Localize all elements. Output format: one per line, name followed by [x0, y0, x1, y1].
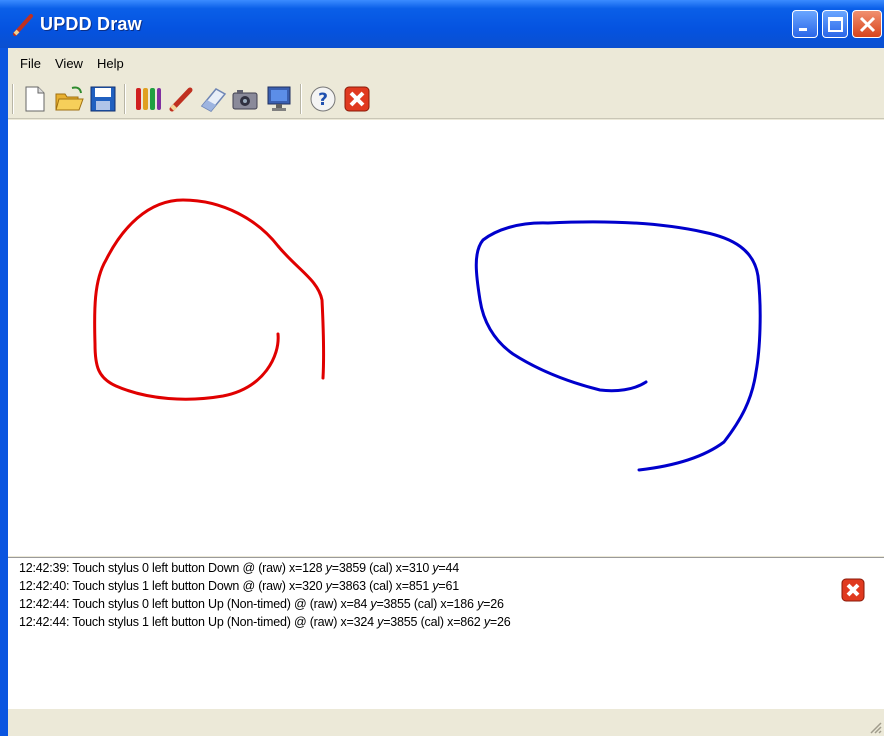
pencil-button[interactable]: [166, 84, 196, 114]
menu-bar: File View Help: [8, 48, 884, 78]
red-stroke: [93, 198, 326, 401]
title-bar[interactable]: UPDD Draw: [0, 0, 884, 48]
maximize-icon: [828, 17, 843, 32]
menu-help[interactable]: Help: [97, 56, 124, 71]
drawing-canvas[interactable]: [8, 120, 884, 556]
pencil-icon: [169, 87, 193, 112]
window-title: UPDD Draw: [40, 14, 142, 34]
close-window-button[interactable]: [852, 10, 882, 38]
eraser-button[interactable]: [198, 84, 228, 114]
log-line: 12:42:39: Touch stylus 0 left button Dow…: [19, 561, 460, 575]
status-bar: [8, 709, 884, 736]
blue-stroke: [474, 220, 762, 472]
toolbar-separator-2: [300, 84, 302, 114]
close-icon: [344, 86, 370, 112]
event-log: 12:42:39: Touch stylus 0 left button Dow…: [8, 557, 884, 710]
menu-view[interactable]: View: [55, 56, 83, 71]
pencil-app-icon: [13, 14, 33, 36]
app-window: UPDD Draw File View Help ? 12:42:39: Tou…: [0, 0, 884, 736]
camera-button[interactable]: [230, 84, 260, 114]
save-button[interactable]: [88, 84, 118, 114]
eraser-icon: [200, 88, 227, 112]
minimize-icon: [799, 28, 807, 31]
menu-file[interactable]: File: [20, 56, 41, 71]
monitor-button[interactable]: [264, 84, 294, 114]
toolbar-separator: [124, 84, 126, 114]
log-line: 12:42:40: Touch stylus 1 left button Dow…: [19, 579, 460, 593]
toolbar-grip: [12, 84, 14, 114]
toolbar: ?: [8, 78, 884, 119]
save-icon: [90, 86, 116, 112]
close-icon: [841, 578, 865, 602]
monitor-icon: [267, 86, 291, 111]
colors-button[interactable]: [132, 84, 162, 114]
new-icon: [25, 86, 45, 112]
log-close-button[interactable]: [841, 578, 865, 602]
exit-button[interactable]: [342, 84, 372, 114]
svg-text:?: ?: [318, 90, 328, 110]
camera-icon: [232, 90, 258, 110]
new-button[interactable]: [20, 84, 50, 114]
log-line: 12:42:44: Touch stylus 0 left button Up …: [19, 597, 504, 611]
help-icon: ?: [310, 86, 336, 112]
maximize-button[interactable]: [822, 10, 848, 38]
minimize-button[interactable]: [792, 10, 818, 38]
resize-grip-icon[interactable]: [868, 720, 882, 734]
close-icon: [859, 16, 876, 33]
colors-icon: [136, 88, 161, 110]
open-icon: [55, 86, 84, 111]
open-button[interactable]: [54, 84, 84, 114]
client-area: File View Help ? 12:42:39: Touch stylus …: [8, 48, 884, 736]
log-line: 12:42:44: Touch stylus 1 left button Up …: [19, 615, 511, 629]
help-button[interactable]: ?: [308, 84, 338, 114]
